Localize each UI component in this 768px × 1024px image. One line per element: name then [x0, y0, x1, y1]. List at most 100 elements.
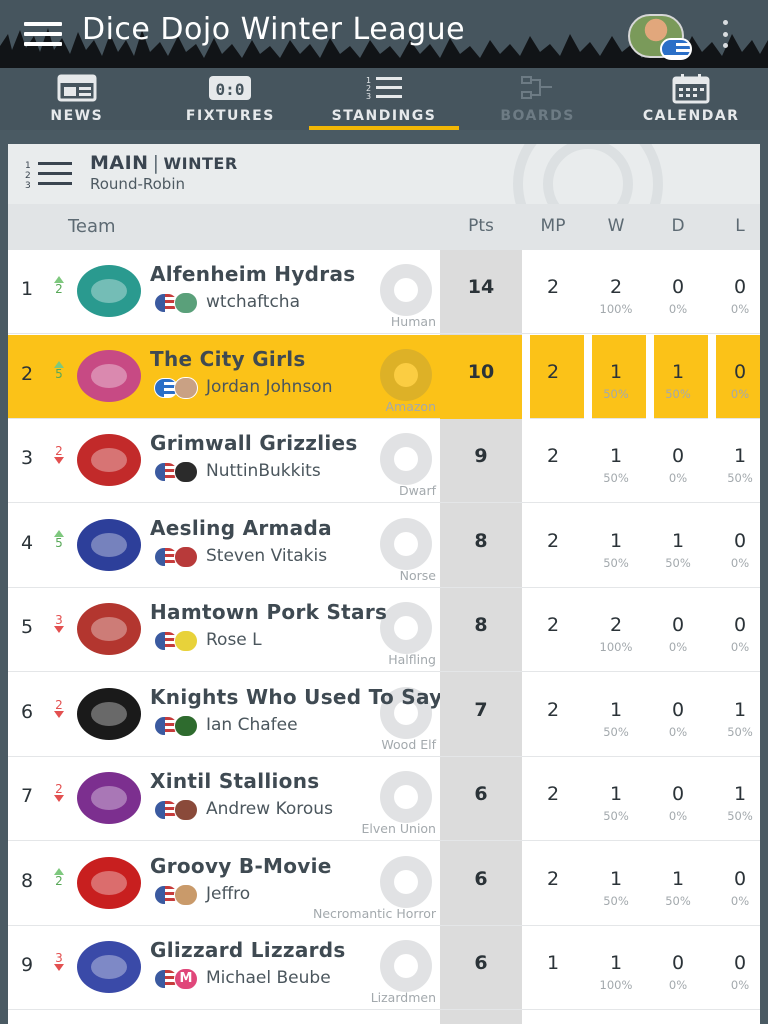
calendar-icon [672, 74, 710, 104]
coach-name: wtchaftcha [206, 292, 300, 312]
team-name[interactable]: Glizzard Lizzards [150, 938, 440, 962]
col-l[interactable]: L [720, 216, 760, 236]
coach-name: Andrew Korous [206, 799, 333, 819]
team-name[interactable]: Groovy B-Movie [150, 854, 440, 878]
wins: 1 [609, 783, 623, 805]
team-name[interactable]: Alfenheim Hydras [150, 262, 440, 286]
rank-change-value: 3 [55, 951, 63, 965]
team-race: Lizardmen [370, 990, 436, 1005]
highlight-stripe [708, 334, 716, 419]
coach[interactable]: Jeffro [154, 883, 444, 908]
rank: 8 [20, 869, 34, 892]
team-name[interactable]: Hamtown Pork Stars [150, 600, 440, 624]
team-logo [77, 518, 141, 571]
app-title: Dice Dojo Winter League [82, 12, 466, 47]
table-row[interactable]: 7 2 Xintil Stallions Andrew Korous Elven Uni… [8, 757, 760, 841]
rank: 2 [20, 362, 34, 385]
wins: 2 [609, 614, 623, 636]
svg-text:3: 3 [25, 181, 31, 190]
points: 7 [474, 698, 488, 721]
hamburger-menu-icon[interactable] [24, 22, 62, 46]
coach[interactable]: Andrew Korous [154, 799, 444, 823]
coach[interactable]: Jordan Johnson [154, 376, 444, 401]
draws-percent: 50% [665, 386, 691, 401]
table-row[interactable]: 9 3 Glizzard Lizzards M Michael Beube Lizardm… [8, 926, 760, 1010]
division-name: MAIN [90, 152, 149, 174]
team-name[interactable]: Grimwall Grizzlies [150, 431, 440, 455]
draws-percent: 0% [668, 724, 688, 739]
arrow-down-icon [54, 710, 64, 718]
coach-avatar [174, 376, 198, 399]
tab-news[interactable]: NEWS [0, 68, 154, 130]
col-pts[interactable]: Pts [440, 216, 522, 236]
draws-percent: 50% [665, 555, 691, 570]
arrow-down-icon [54, 795, 64, 802]
wins-percent: 50% [603, 893, 629, 908]
coach[interactable]: M Michael Beube [154, 968, 444, 992]
table-row[interactable]: 2 5 The City Girls Jordan Johnson Amazon 10 2 1… [8, 334, 760, 419]
table-row[interactable]: 4 5 Aesling Armada Steven Vitakis Norse 8 2 1 50… [8, 504, 760, 588]
draws-percent: 0% [668, 640, 688, 654]
coach[interactable]: wtchaftcha [154, 292, 444, 316]
draws: 0 [671, 445, 685, 467]
coach[interactable]: Rose L [154, 630, 444, 654]
table-row[interactable]: 5 3 Hamtown Pork Stars Rose L Halfling 8 2 2 100… [8, 588, 760, 672]
losses-percent: 50% [727, 809, 753, 823]
svg-text:0:0: 0:0 [216, 80, 245, 99]
coach-name: Rose L [206, 630, 262, 650]
standings-icon: 1 2 3 [366, 76, 402, 101]
losses: 1 [733, 698, 747, 721]
wins-percent: 100% [599, 978, 633, 992]
team-name[interactable]: The City Girls [150, 347, 440, 371]
losses-percent: 0% [730, 978, 750, 992]
team-name[interactable]: Aesling Armada [150, 516, 440, 540]
wins-percent: 50% [603, 724, 629, 739]
team-race: Norse [399, 567, 436, 583]
col-d[interactable]: D [658, 216, 698, 236]
tab-standings[interactable]: 1 2 3 STANDINGS [307, 68, 461, 130]
rank-change: 2 [52, 445, 66, 475]
table-row[interactable]: 3 2 Grimwall Grizzlies NuttinBukkits Dwarf 9 2… [8, 419, 760, 503]
points: 9 [474, 445, 488, 467]
coach[interactable]: Steven Vitakis [154, 545, 444, 570]
rank: 3 [20, 447, 34, 469]
wins-percent: 50% [603, 471, 629, 485]
standings-panel: 1 2 3 MAIN | WINTER Round-Robin Team Pts M… [8, 144, 760, 1024]
team-name[interactable]: Knights Who Used To Say Ni [150, 685, 440, 709]
table-row[interactable]: 1 2 Alfenheim Hydras wtchaftcha Human 14 2 2 100… [8, 250, 760, 334]
boards-icon [520, 76, 552, 99]
tab-boards[interactable]: BOARDS [461, 68, 615, 130]
matches-played: 2 [546, 783, 560, 805]
table-row[interactable]: 8 2 Groovy B-Movie Jeffro Necromantic Horror… [8, 842, 760, 926]
wins: 2 [609, 276, 623, 298]
col-mp[interactable]: MP [526, 216, 580, 236]
coach[interactable]: Ian Chafee [154, 714, 444, 739]
table-row[interactable]: 6 2 Knights Who Used To Say Ni Ian Chafee Wo… [8, 673, 760, 757]
points: 8 [474, 614, 488, 636]
points: 10 [467, 360, 495, 383]
wins-percent: 100% [599, 640, 633, 654]
team-name[interactable]: Xintil Stallions [150, 769, 440, 793]
draws: 1 [671, 529, 685, 552]
team-race: Halfling [388, 652, 436, 667]
more-vertical-icon[interactable] [720, 20, 730, 48]
rank-change: 2 [52, 867, 66, 898]
wins-percent: 50% [603, 386, 629, 401]
col-w[interactable]: W [596, 216, 636, 236]
coach[interactable]: NuttinBukkits [154, 461, 444, 485]
losses: 0 [733, 529, 747, 552]
tab-boards-label: BOARDS [500, 108, 575, 124]
tab-fixtures[interactable]: 0:0 FIXTURES [154, 68, 308, 130]
news-icon [57, 74, 97, 102]
losses: 0 [733, 276, 747, 298]
losses: 1 [733, 783, 747, 805]
losses-percent: 0% [730, 893, 750, 908]
rank-change-value: 2 [55, 873, 63, 888]
draws: 0 [671, 276, 685, 298]
division-format: Round-Robin [90, 175, 185, 193]
draws: 1 [671, 360, 685, 383]
tab-calendar[interactable]: CALENDAR [614, 68, 768, 130]
rank-change-value: 5 [55, 366, 63, 381]
col-team[interactable]: Team [68, 216, 116, 237]
coach-avatar [174, 545, 198, 568]
